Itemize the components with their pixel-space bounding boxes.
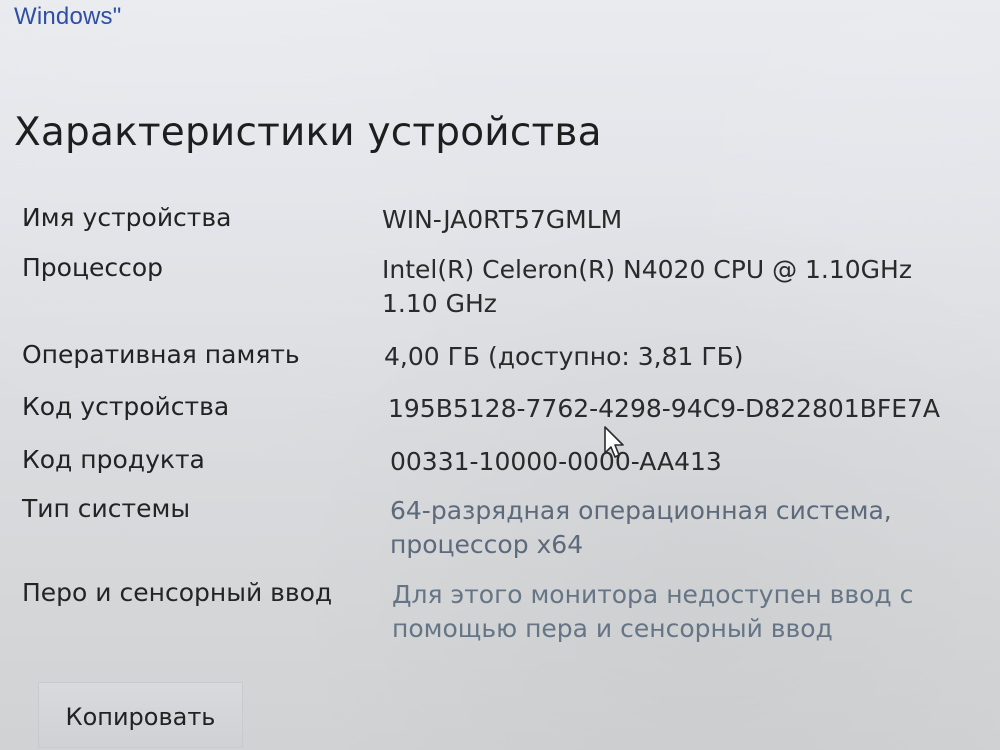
windows-link[interactable]: Windows" [14,3,121,31]
pen-touch-value: Для этого монитора недоступен ввод с пом… [392,580,914,643]
processor-value: Intel(R) Celeron(R) N4020 CPU @ 1.10GHz … [382,255,912,318]
device-name-label: Имя устройства [22,203,232,232]
processor-row: Процессор Intel(R) Celeron(R) N4020 CPU … [22,253,982,333]
pen-touch-row: Перо и сенсорный ввод Для этого монитора… [22,578,982,658]
system-type-label: Тип системы [22,494,191,523]
system-type-row: Тип системы 64-разрядная операционная си… [22,494,982,574]
system-type-value: 64-разрядная операционная система, проце… [390,496,892,559]
ram-value: 4,00 ГБ (доступно: 3,81 ГБ) [384,342,744,371]
processor-label: Процессор [22,253,164,282]
ram-label: Оперативная память [22,340,300,369]
product-id-value: 00331-10000-0000-AA413 [390,447,722,476]
device-id-value: 195B5128-7762-4298-94C9-D822801BFE7A [388,394,941,423]
device-id-label: Код устройства [22,392,230,421]
product-id-label: Код продукта [22,445,205,474]
mouse-pointer-icon [604,426,624,458]
copy-button[interactable]: Копировать [38,682,243,748]
page-title: Характеристики устройства [14,110,602,155]
pen-touch-label: Перо и сенсорный ввод [22,578,333,607]
device-name-value: WIN-JA0RT57GMLM [382,205,623,234]
